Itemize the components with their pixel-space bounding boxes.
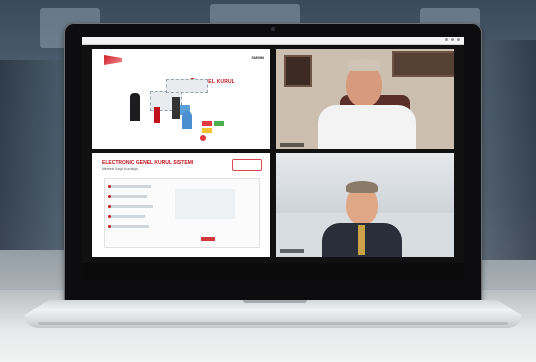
wall-painting: [392, 51, 454, 77]
participant-2-hair: [346, 181, 378, 193]
person-figure-icon: [130, 93, 140, 121]
login-box: [175, 189, 235, 219]
video-tile-slide-bottom[interactable]: ELECTRONIC GENEL KURUL SISTEMI Merkezi K…: [92, 153, 270, 257]
background-blur-left: [0, 60, 70, 250]
video-tile-participant-1[interactable]: [276, 49, 454, 149]
participant-1-hair: [348, 59, 380, 71]
form-row: [111, 185, 151, 188]
participant-2-tie: [358, 225, 365, 255]
system-form-panel: [104, 178, 260, 248]
video-call-bottombar: [82, 263, 464, 281]
video-call-topbar: [82, 37, 464, 45]
participant-name-label: [280, 249, 304, 253]
status-dot-icon: [200, 135, 206, 141]
scene: SMMM e-GENEL KURUL ELECTRONIC GENEL KURU…: [0, 0, 536, 362]
status-green-icon: [214, 121, 224, 126]
submit-button[interactable]: [201, 237, 215, 241]
illustration-step: [166, 79, 208, 93]
video-tile-slide-top[interactable]: SMMM e-GENEL KURUL: [92, 49, 270, 149]
form-row: [111, 195, 147, 198]
person-figure-icon: [154, 107, 160, 123]
status-red-icon: [202, 121, 212, 126]
wall-painting: [284, 55, 312, 87]
person-figure-icon: [172, 97, 180, 119]
slide-corner-label: SMMM: [251, 55, 264, 60]
mkk-logo-icon: [232, 159, 262, 171]
status-yellow-icon: [202, 128, 212, 133]
laptop-hinge-notch: [243, 300, 307, 303]
participant-name-label: [280, 143, 304, 147]
person-figure-icon: [182, 111, 192, 129]
form-row: [111, 215, 145, 218]
laptop-base-edge: [38, 322, 508, 325]
video-tile-participant-2[interactable]: [276, 153, 454, 257]
webcam-icon: [271, 27, 275, 31]
form-row: [111, 225, 149, 228]
laptop-screen: SMMM e-GENEL KURUL ELECTRONIC GENEL KURU…: [82, 37, 464, 281]
slide-subtitle: Merkezi Kayıt Kuruluşu: [102, 167, 138, 171]
slide-title: ELECTRONIC GENEL KURUL SISTEMI: [102, 160, 194, 166]
form-row: [111, 205, 153, 208]
window-controls[interactable]: [445, 38, 460, 41]
laptop-lid: SMMM e-GENEL KURUL ELECTRONIC GENEL KURU…: [64, 23, 482, 302]
participant-1-shirt: [318, 105, 416, 149]
brand-logo: [104, 55, 122, 65]
